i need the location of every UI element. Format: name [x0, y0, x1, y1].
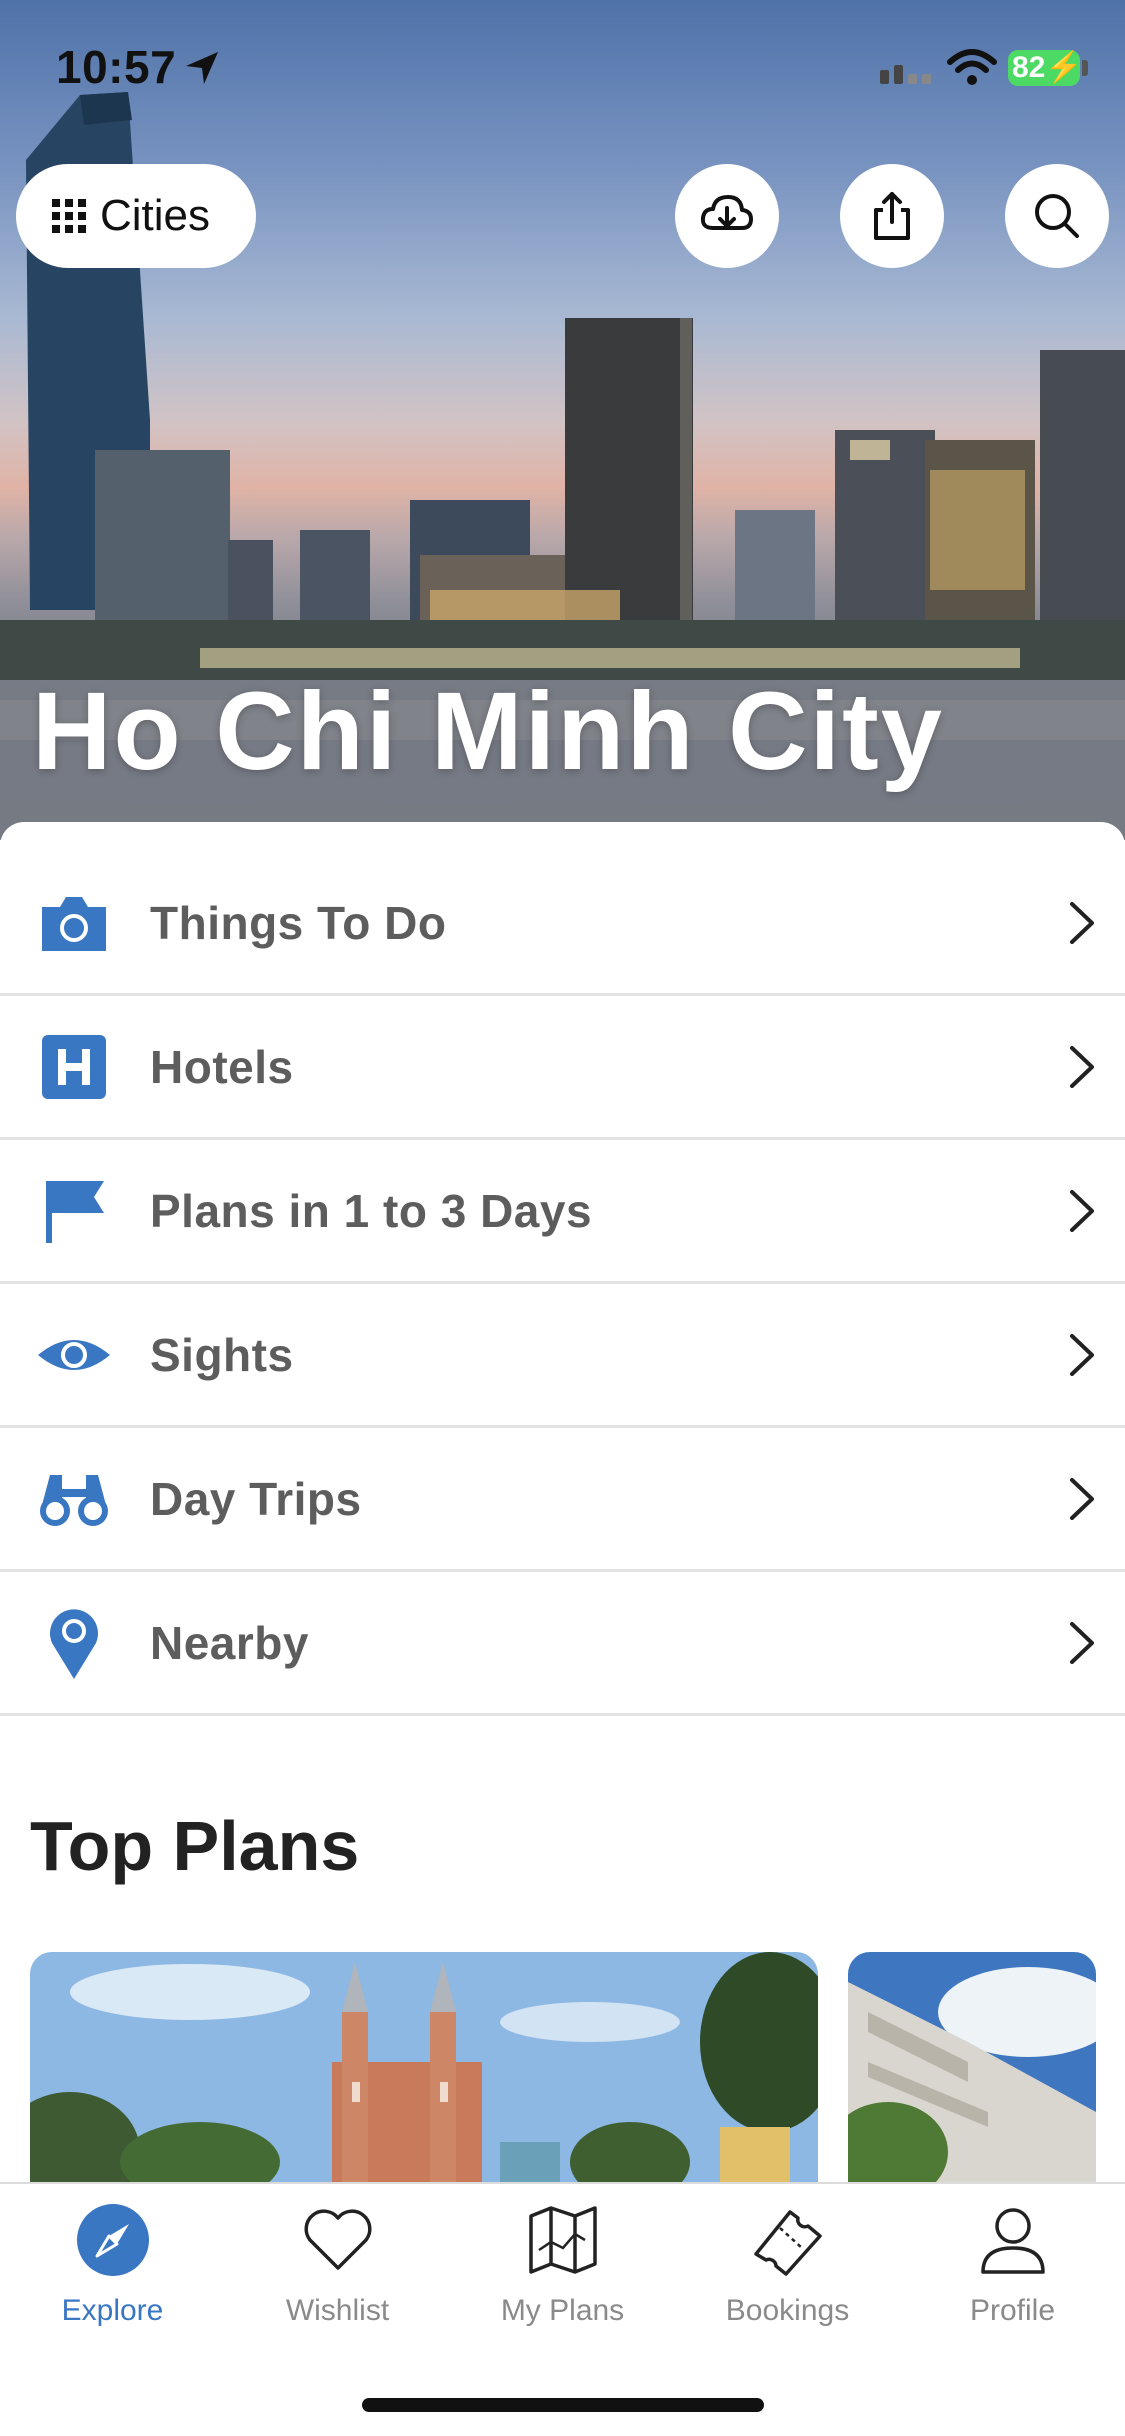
menu-item-nearby[interactable]: Nearby — [0, 1572, 1125, 1716]
home-indicator[interactable] — [362, 2398, 764, 2412]
city-title: Ho Chi Minh City — [32, 670, 944, 793]
plan-card-cathedral[interactable] — [30, 1952, 818, 2182]
flag-icon — [46, 1180, 104, 1243]
tab-label: My Plans — [500, 2294, 625, 2327]
tab-label: Profile — [969, 2294, 1056, 2327]
menu-item-label: Hotels — [150, 1040, 294, 1093]
user-icon — [980, 2208, 1045, 2274]
map-pin-icon — [50, 1608, 98, 1679]
wifi-icon — [947, 49, 997, 85]
grid-icon — [52, 199, 86, 233]
cloud-download-icon — [700, 195, 753, 230]
top-plans-title: Top Plans — [30, 1807, 360, 1885]
battery-level: 82⚡ — [1008, 50, 1083, 86]
compass-icon — [76, 2204, 149, 2276]
search-button[interactable] — [1005, 164, 1109, 268]
menu-item-label: Things To Do — [150, 896, 447, 949]
cities-label: Cities — [100, 191, 211, 240]
share-button[interactable] — [840, 164, 944, 268]
ticket-icon — [753, 2210, 822, 2276]
menu-item-plans[interactable]: Plans in 1 to 3 Days — [0, 1140, 1125, 1284]
camera-icon — [42, 896, 106, 951]
share-icon — [874, 192, 910, 240]
heart-icon — [303, 2209, 372, 2270]
search-icon — [1035, 194, 1079, 238]
menu-item-label: Nearby — [150, 1616, 309, 1669]
menu-item-day-trips[interactable]: Day Trips — [0, 1428, 1125, 1572]
menu-item-label: Sights — [150, 1328, 294, 1381]
map-icon — [528, 2206, 597, 2274]
tab-label: Explore — [61, 2294, 164, 2327]
chevron-right-icon — [1070, 1045, 1094, 1088]
binoculars-icon — [40, 1474, 108, 1526]
download-button[interactable] — [675, 164, 779, 268]
tab-bookings[interactable]: Bookings — [675, 2202, 900, 2352]
tab-my-plans[interactable]: My Plans — [450, 2202, 675, 2352]
cellular-signal-icon — [880, 65, 931, 84]
menu-item-label: Day Trips — [150, 1472, 362, 1525]
tab-label: Wishlist — [285, 2294, 390, 2327]
chevron-right-icon — [1070, 901, 1094, 944]
chevron-right-icon — [1070, 1477, 1094, 1520]
status-time: 10:57 — [56, 41, 177, 93]
location-arrow-icon — [186, 52, 218, 84]
menu-item-things-to-do[interactable]: Things To Do — [0, 852, 1125, 996]
chevron-right-icon — [1070, 1189, 1094, 1232]
tab-explore[interactable]: Explore — [0, 2202, 225, 2352]
hero-image: 10:57 82⚡ Cities Ho Chi Minh City — [0, 0, 1125, 840]
cities-button[interactable]: Cities — [16, 164, 256, 268]
cathedral-image — [30, 1952, 818, 2182]
tab-label: Bookings — [725, 2294, 850, 2327]
menu-item-label: Plans in 1 to 3 Days — [150, 1184, 593, 1237]
hotel-icon — [42, 1034, 106, 1099]
eye-icon — [38, 1339, 110, 1370]
menu-item-sights[interactable]: Sights — [0, 1284, 1125, 1428]
menu-item-hotels[interactable]: Hotels — [0, 996, 1125, 1140]
chevron-right-icon — [1070, 1621, 1094, 1664]
tab-wishlist[interactable]: Wishlist — [225, 2202, 450, 2352]
colonial-building-image — [848, 1952, 1096, 2182]
tab-profile[interactable]: Profile — [900, 2202, 1125, 2352]
battery-tip — [1082, 60, 1088, 76]
chevron-right-icon — [1070, 1333, 1094, 1376]
plan-card-building[interactable] — [848, 1952, 1096, 2182]
